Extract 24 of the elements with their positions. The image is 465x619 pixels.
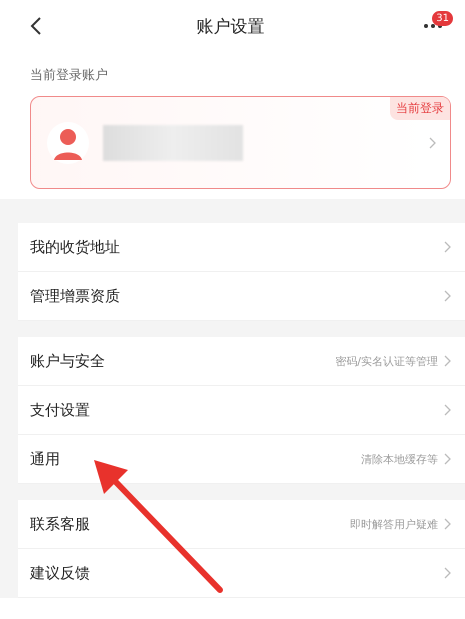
settings-row[interactable]: 管理增票资质 — [18, 272, 465, 321]
settings-row[interactable]: 支付设置 — [18, 386, 465, 435]
chevron-icon — [444, 355, 451, 367]
settings-row[interactable]: 通用 清除本地缓存等 — [18, 435, 465, 484]
settings-row[interactable]: 账户与安全 密码/实名认证等管理 — [18, 337, 465, 386]
chevron-icon — [444, 567, 451, 579]
chevron-icon — [444, 241, 451, 253]
settings-row[interactable]: 我的收货地址 — [18, 223, 465, 272]
chevron-icon — [444, 518, 451, 530]
current-login-tag: 当前登录 — [390, 97, 450, 120]
row-hint: 即时解答用户疑难 — [350, 516, 438, 532]
settings-row[interactable]: 联系客服 即时解答用户疑难 — [18, 500, 465, 549]
row-hint: 清除本地缓存等 — [361, 452, 438, 466]
page-title: 账户设置 — [196, 16, 264, 38]
section-label: 当前登录账户 — [29, 67, 109, 85]
back-icon[interactable] — [30, 16, 42, 36]
row-hint: 密码/实名认证等管理 — [335, 354, 438, 368]
notification-badge: 31 — [432, 11, 453, 26]
settings-row[interactable]: 建议反馈 — [18, 549, 465, 598]
chevron-icon — [444, 290, 451, 302]
avatar-icon — [47, 122, 89, 164]
chevron-icon — [444, 453, 451, 465]
chevron-icon — [444, 404, 451, 416]
chevron-icon — [429, 136, 436, 148]
